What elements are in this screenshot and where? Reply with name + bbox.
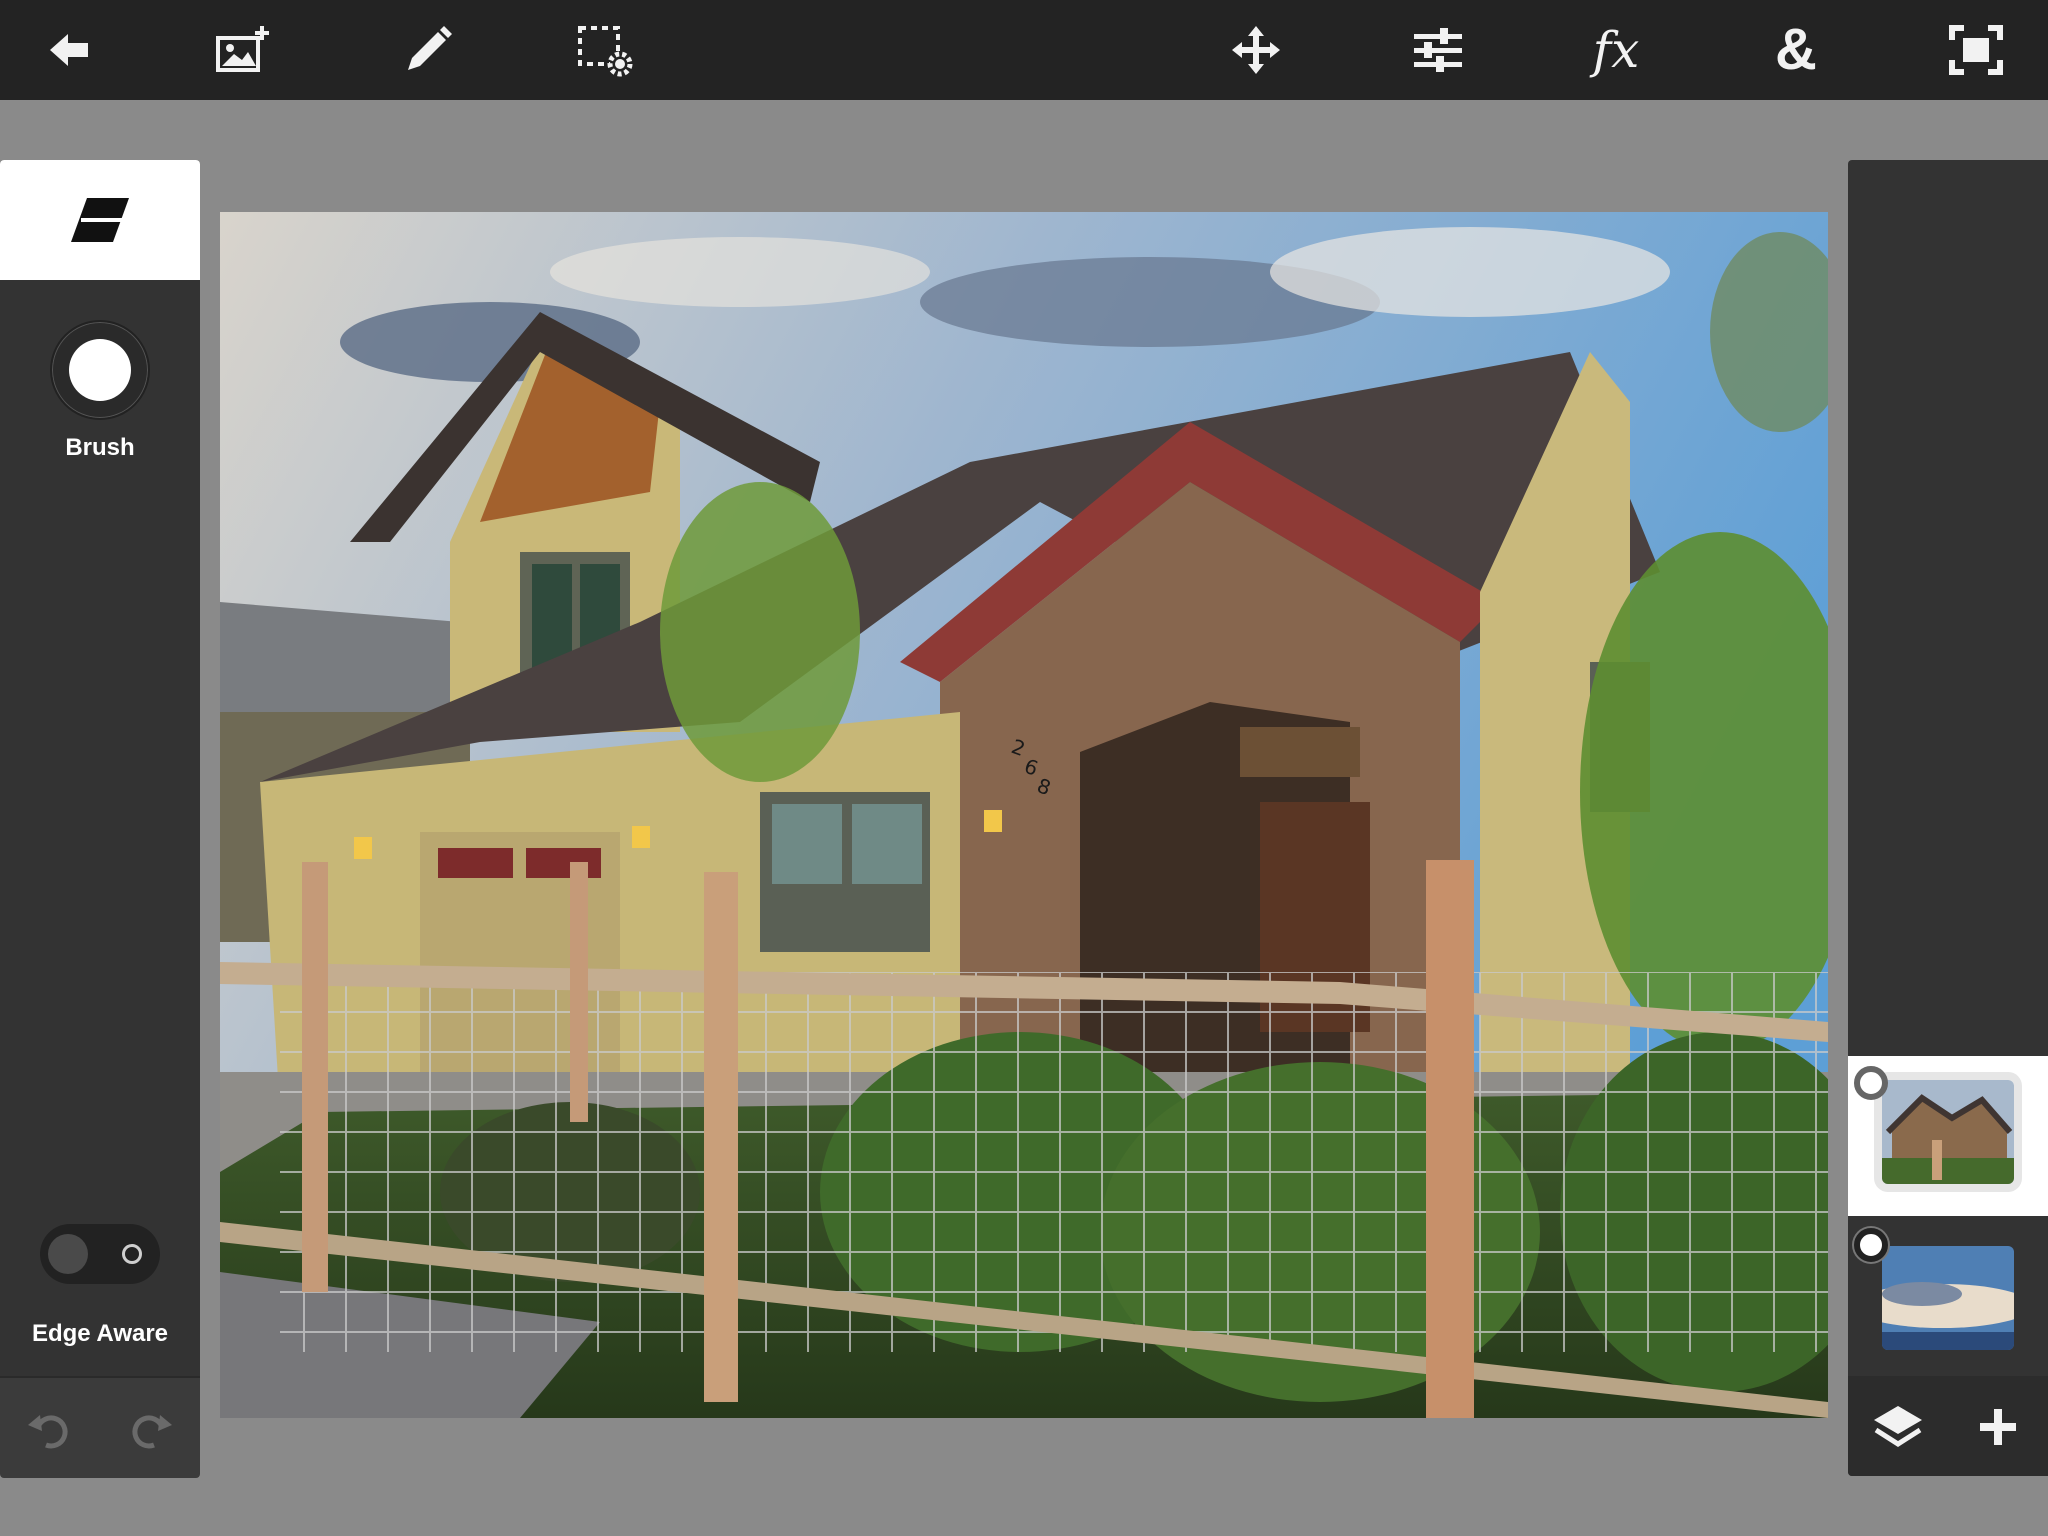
blend-icon[interactable]: & [1764,20,1828,80]
fit-screen-icon[interactable] [1944,20,2008,80]
tool-options-panel: Brush Edge Aware [0,160,200,1478]
redo-icon[interactable] [122,1404,178,1454]
layer-item-house[interactable] [1848,1056,2048,1216]
toggle-knob [48,1234,88,1274]
brush-label: Brush [65,434,135,461]
layer-visibility-radio-sky[interactable] [1854,1228,1888,1262]
move-icon[interactable] [1224,20,1288,80]
eraser-tool-button[interactable] [0,160,200,280]
brush-dot [69,339,131,401]
sky-layer-thumbnail[interactable] [1882,1246,2014,1350]
selection-settings-icon[interactable] [574,20,638,80]
history-bar [0,1376,200,1478]
layers-toolbar [1848,1376,2048,1476]
layers-icon[interactable] [1870,1402,1926,1452]
brush-size-control[interactable]: Brush [0,320,200,462]
edge-aware-label: Edge Aware [31,1320,169,1347]
toggle-off-indicator [122,1244,142,1264]
add-image-icon[interactable] [212,20,276,80]
layers-panel [1848,160,2048,1476]
edge-aware-toggle[interactable] [40,1224,160,1284]
pencil-icon[interactable] [396,20,460,80]
photo-canvas[interactable]: 268 [220,212,1828,1418]
house-photo: 268 [220,212,1828,1418]
add-layer-icon[interactable] [1970,1402,2026,1452]
back-arrow-icon[interactable] [38,20,102,80]
fx-label: fx [1592,21,1640,79]
fx-icon[interactable]: fx [1584,20,1648,80]
brush-preview[interactable] [50,320,150,420]
adjustments-sliders-icon[interactable] [1406,20,1470,80]
blend-label: & [1775,17,1817,82]
house-layer-thumbnail [1882,1080,2014,1184]
undo-icon[interactable] [22,1404,78,1454]
eraser-icon [71,196,129,242]
layer-visibility-radio-house[interactable] [1854,1066,1888,1100]
top-toolbar: fx & [0,0,2048,100]
